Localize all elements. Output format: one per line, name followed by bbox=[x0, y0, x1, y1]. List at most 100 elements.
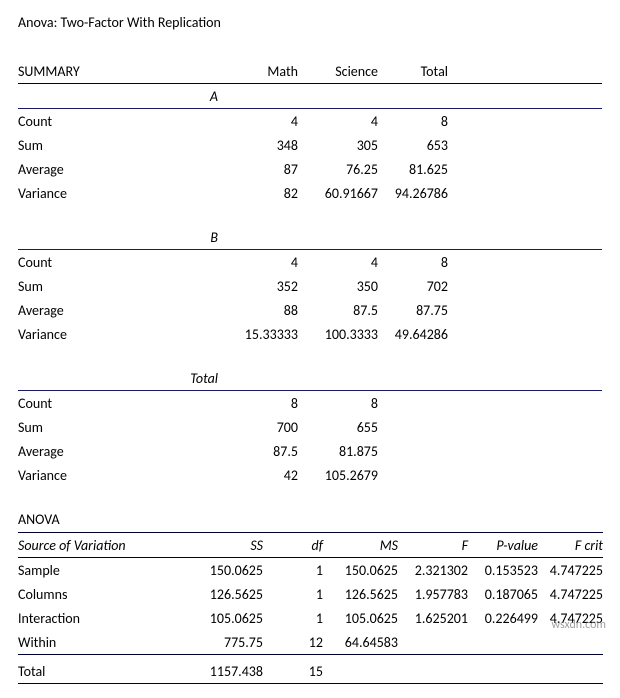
cell: 4 bbox=[218, 250, 298, 275]
row-label: Sum bbox=[18, 133, 218, 157]
summary-table: SUMMARY Math Science Total A Count 4 4 8… bbox=[18, 59, 602, 487]
cell: 2.321302 bbox=[398, 558, 468, 583]
row-label: Average bbox=[18, 298, 218, 322]
cell: 305 bbox=[298, 133, 378, 157]
table-row: Sum 700 655 bbox=[18, 415, 602, 439]
page-title: Anova: Two-Factor With Replication bbox=[18, 14, 602, 31]
cell: 0.153523 bbox=[468, 558, 538, 583]
cell: 4.747225 bbox=[538, 558, 603, 583]
summary-heading: SUMMARY bbox=[18, 59, 218, 84]
cell: 87.5 bbox=[218, 439, 298, 463]
cell: 350 bbox=[298, 274, 378, 298]
row-label: Count bbox=[18, 109, 218, 134]
col-ss: SS bbox=[188, 533, 263, 558]
anova-table: Source of Variation SS df MS F P-value F… bbox=[18, 532, 603, 684]
cell: 88 bbox=[218, 298, 298, 322]
row-label: Average bbox=[18, 157, 218, 181]
cell: 64.64583 bbox=[323, 630, 398, 655]
row-label: Sum bbox=[18, 415, 218, 439]
table-row: Interaction 105.0625 1 105.0625 1.625201… bbox=[18, 606, 603, 630]
cell: 1 bbox=[263, 582, 323, 606]
cell: 700 bbox=[218, 415, 298, 439]
col-ms: MS bbox=[323, 533, 398, 558]
col-total: Total bbox=[378, 59, 448, 84]
cell: 150.0625 bbox=[323, 558, 398, 583]
col-science: Science bbox=[298, 59, 378, 84]
row-label: Variance bbox=[18, 463, 218, 487]
cell: 60.91667 bbox=[298, 181, 378, 205]
cell: 49.64286 bbox=[378, 322, 448, 346]
cell: 76.25 bbox=[298, 157, 378, 181]
col-source: Source of Variation bbox=[18, 533, 188, 558]
table-row: Average 87 76.25 81.625 bbox=[18, 157, 602, 181]
cell: 775.75 bbox=[188, 630, 263, 655]
table-row: Average 87.5 81.875 bbox=[18, 439, 602, 463]
group-name: Total bbox=[18, 366, 218, 391]
cell: 87.75 bbox=[378, 298, 448, 322]
col-p: P-value bbox=[468, 533, 538, 558]
cell: 94.26786 bbox=[378, 181, 448, 205]
table-row: Average 88 87.5 87.75 bbox=[18, 298, 602, 322]
table-row: Columns 126.5625 1 126.5625 1.957783 0.1… bbox=[18, 582, 603, 606]
table-row: Sum 348 305 653 bbox=[18, 133, 602, 157]
cell: 348 bbox=[218, 133, 298, 157]
row-label: Variance bbox=[18, 322, 218, 346]
table-row: Sample 150.0625 1 150.0625 2.321302 0.15… bbox=[18, 558, 603, 583]
cell: 1157.438 bbox=[188, 659, 263, 684]
row-label: Count bbox=[18, 250, 218, 275]
cell: 105.2679 bbox=[298, 463, 378, 487]
cell: 1.625201 bbox=[398, 606, 468, 630]
cell: 42 bbox=[218, 463, 298, 487]
cell: 352 bbox=[218, 274, 298, 298]
cell: 4 bbox=[218, 109, 298, 134]
cell: Within bbox=[18, 630, 188, 655]
group-name: B bbox=[18, 225, 218, 250]
col-df: df bbox=[263, 533, 323, 558]
cell: 15 bbox=[263, 659, 323, 684]
row-label: Average bbox=[18, 439, 218, 463]
cell: 0.187065 bbox=[468, 582, 538, 606]
col-math: Math bbox=[218, 59, 298, 84]
cell: 1.957783 bbox=[398, 582, 468, 606]
cell: Interaction bbox=[18, 606, 188, 630]
cell bbox=[378, 391, 448, 416]
cell: 15.33333 bbox=[218, 322, 298, 346]
cell: 4.747225 bbox=[538, 582, 603, 606]
col-f: F bbox=[398, 533, 468, 558]
cell bbox=[538, 630, 603, 655]
table-row: Count 4 4 8 bbox=[18, 250, 602, 275]
cell: Sample bbox=[18, 558, 188, 583]
cell bbox=[378, 439, 448, 463]
cell: 4 bbox=[298, 250, 378, 275]
cell: 655 bbox=[298, 415, 378, 439]
cell: 8 bbox=[378, 109, 448, 134]
cell: 1 bbox=[263, 558, 323, 583]
cell: 8 bbox=[218, 391, 298, 416]
row-label: Sum bbox=[18, 274, 218, 298]
cell: 1 bbox=[263, 606, 323, 630]
cell bbox=[468, 630, 538, 655]
cell: 81.625 bbox=[378, 157, 448, 181]
cell: 105.0625 bbox=[188, 606, 263, 630]
cell: 81.875 bbox=[298, 439, 378, 463]
cell: 0.226499 bbox=[468, 606, 538, 630]
cell: 100.3333 bbox=[298, 322, 378, 346]
table-row: Within 775.75 12 64.64583 bbox=[18, 630, 603, 655]
cell: 702 bbox=[378, 274, 448, 298]
row-label: Variance bbox=[18, 181, 218, 205]
group-name: A bbox=[18, 84, 218, 109]
table-row: Sum 352 350 702 bbox=[18, 274, 602, 298]
table-row: Total 1157.438 15 bbox=[18, 659, 603, 684]
cell: 653 bbox=[378, 133, 448, 157]
anova-heading: ANOVA bbox=[18, 511, 602, 528]
cell: 105.0625 bbox=[323, 606, 398, 630]
col-fcrit: F crit bbox=[538, 533, 603, 558]
cell: 8 bbox=[298, 391, 378, 416]
cell: 87.5 bbox=[298, 298, 378, 322]
cell bbox=[398, 630, 468, 655]
table-row: Variance 42 105.2679 bbox=[18, 463, 602, 487]
cell: 4 bbox=[298, 109, 378, 134]
cell: 126.5625 bbox=[188, 582, 263, 606]
table-row: Count 4 4 8 bbox=[18, 109, 602, 134]
cell: 82 bbox=[218, 181, 298, 205]
